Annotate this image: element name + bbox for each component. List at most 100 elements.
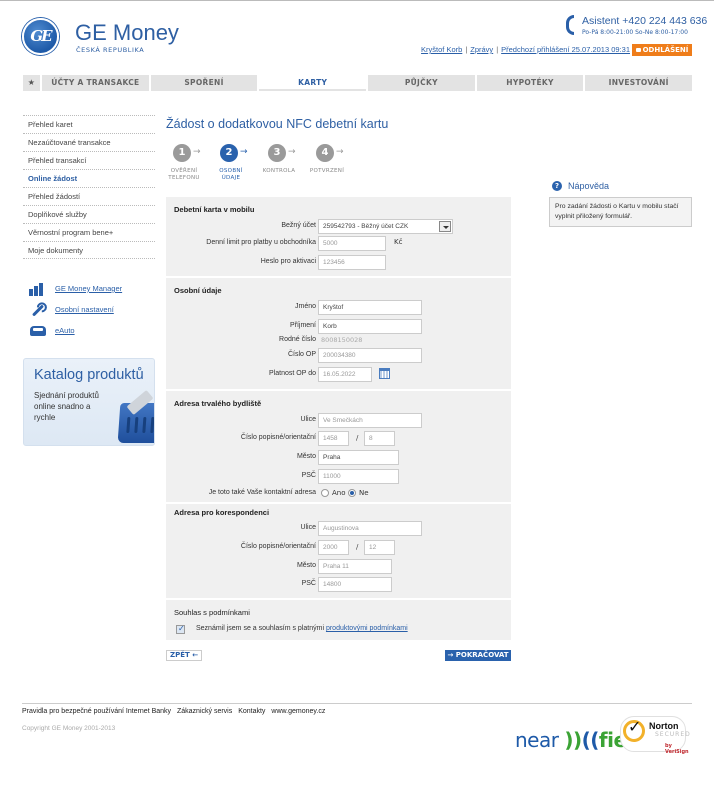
assistant-phone: Asistent +420 224 443 636 <box>582 15 708 27</box>
corr-orientation-number-input[interactable]: 12 <box>364 540 395 555</box>
sidebar-item-additional-services[interactable]: Doplňkové služby <box>23 205 155 223</box>
row-password: Heslo pro aktivaci 123456 <box>166 255 511 271</box>
nav-mortgages[interactable]: HYPOTÉKY <box>476 75 584 91</box>
help-text: Pro zadání žádosti o Kartu v mobilu stač… <box>549 197 692 227</box>
radio-no[interactable] <box>348 489 356 497</box>
step-label: OVĚŘENÍ TELEFONU <box>168 168 200 181</box>
footer-link-website[interactable]: www.gemoney.cz <box>271 708 325 715</box>
last-login-link[interactable]: Předchozí přihlášení 25.07.2013 09:31 <box>501 45 630 54</box>
main-nav: ★ ÚČTY A TRANSAKCE SPOŘENÍ KARTY PŮJČKY … <box>23 75 693 91</box>
slash: / <box>356 434 359 442</box>
product-terms-link[interactable]: produktovými podmínkami <box>326 625 408 632</box>
street-input[interactable]: Ve Smečkách <box>318 413 422 428</box>
slash: / <box>356 543 359 551</box>
ge-logo[interactable]: GE <box>22 18 59 55</box>
sidebar-menu: Přehled karet Nezaúčtované transakce Pře… <box>23 115 155 259</box>
row-zip: PSČ 14800 <box>166 577 511 593</box>
nav-home[interactable]: ★ <box>23 75 40 91</box>
sidebar-item-my-documents[interactable]: Moje dokumenty <box>23 241 155 259</box>
corr-zip-input[interactable]: 14800 <box>318 577 392 592</box>
radio-no-label: Ne <box>359 489 369 497</box>
row-first-name: Jméno Kryštof <box>166 300 511 316</box>
tool-money-manager[interactable]: GE Money Manager <box>28 278 122 299</box>
messages-link[interactable]: Zprávy <box>470 45 493 54</box>
wrench-icon <box>28 303 48 317</box>
row-limit: Denní limit pro platby u obchodníka 5000… <box>166 236 511 252</box>
nav-loans[interactable]: PŮJČKY <box>368 75 475 91</box>
top-border <box>0 0 714 1</box>
tool-eauto[interactable]: eAuto <box>28 320 122 341</box>
house-number-input[interactable]: 1458 <box>318 431 349 446</box>
arrow-right-icon: → <box>240 147 248 157</box>
footer-link-security-rules[interactable]: Pravidla pro bezpečné používání Internet… <box>22 708 171 715</box>
nav-cards[interactable]: KARTY <box>259 75 367 91</box>
eauto-link[interactable]: eAuto <box>55 326 75 335</box>
house-number-label: Číslo popisné/orientační <box>240 543 316 550</box>
nfc-near: near <box>515 728 559 752</box>
section-title: Osobní údaje <box>174 286 222 295</box>
tool-personal-settings[interactable]: Osobní nastavení <box>28 299 122 320</box>
radio-yes-label: Ano <box>332 489 346 497</box>
row-city: Město Praha <box>166 450 511 466</box>
nav-investing[interactable]: INVESTOVÁNÍ <box>585 75 693 91</box>
norton-secured-badge[interactable]: ✓ Norton SECURED by VeriSign <box>620 716 690 755</box>
sidebar-item-card-overview[interactable]: Přehled karet <box>23 115 155 133</box>
sidebar-item-transactions[interactable]: Přehled transakcí <box>23 151 155 169</box>
product-catalog-banner[interactable]: Katalog produktů Sjednání produktů onlin… <box>23 358 155 446</box>
consent-checkbox[interactable] <box>176 624 185 634</box>
logout-button[interactable]: ODHLÁŠENÍ <box>632 44 692 56</box>
corr-city-input[interactable]: Praha 11 <box>318 559 392 574</box>
consent-label: Seznámil jsem se a souhlasím s platnými <box>196 625 324 632</box>
zip-input[interactable]: 11000 <box>318 469 399 484</box>
id-number-input[interactable]: 200034380 <box>318 348 422 363</box>
row-street: Ulice Augustinova <box>166 521 511 537</box>
id-number-label: Číslo OP <box>287 351 316 358</box>
personal-settings-link[interactable]: Osobní nastavení <box>55 305 114 314</box>
radio-yes[interactable] <box>321 489 329 497</box>
section-title: Souhlas s podmínkami <box>174 608 250 617</box>
sidebar-item-loyalty-program[interactable]: Věrnostní program bene+ <box>23 223 155 241</box>
limit-input[interactable]: 5000 <box>318 236 386 251</box>
money-manager-link[interactable]: GE Money Manager <box>55 284 122 293</box>
sidebar-item-pending-transactions[interactable]: Nezaúčtované transakce <box>23 133 155 151</box>
orientation-number-input[interactable]: 8 <box>364 431 395 446</box>
arrow-right-icon: → <box>193 147 201 157</box>
sidebar-item-online-request[interactable]: Online žádost <box>23 169 155 187</box>
corr-house-number-input[interactable]: 2000 <box>318 540 349 555</box>
activation-password-input[interactable]: 123456 <box>318 255 386 270</box>
row-house-number: Číslo popisné/orientační 2000 / 12 <box>166 540 511 556</box>
row-id-validity: Platnost OP do 16.05.2022 <box>166 367 511 383</box>
catalog-title: Katalog produktů <box>34 367 144 383</box>
city-input[interactable]: Praha <box>318 450 399 465</box>
row-birth-number: Rodné číslo 8008150028 <box>166 333 511 349</box>
calendar-icon[interactable] <box>379 368 390 379</box>
bar-chart-icon <box>28 282 48 296</box>
last-name-input[interactable]: Korb <box>318 319 422 334</box>
corr-street-input[interactable]: Augustinova <box>318 521 422 536</box>
continue-button[interactable]: → POKRAČOVAT <box>445 650 511 661</box>
id-validity-input[interactable]: 16.05.2022 <box>318 367 372 382</box>
row-id-number: Číslo OP 200034380 <box>166 348 511 364</box>
chevron-down-icon <box>439 221 451 232</box>
norton-secured-label: SECURED <box>655 731 691 738</box>
user-name-link[interactable]: Kryštof Korb <box>421 45 462 54</box>
footer-link-contacts[interactable]: Kontakty <box>238 708 265 715</box>
nav-accounts[interactable]: ÚČTY A TRANSAKCE <box>42 75 149 91</box>
footer-link-customer-service[interactable]: Zákaznický servis <box>177 708 232 715</box>
nav-savings[interactable]: SPOŘENÍ <box>150 75 258 91</box>
checkmark-icon: ✓ <box>628 717 642 736</box>
street-label: Ulice <box>300 524 316 531</box>
brand-name: GE Money <box>75 20 179 45</box>
lock-icon <box>635 48 641 52</box>
sidebar-item-requests-overview[interactable]: Přehled žádostí <box>23 187 155 205</box>
account-select[interactable]: 259542793 - Běžný účet CZK <box>318 219 453 234</box>
separator: | <box>465 45 468 54</box>
first-name-input[interactable]: Kryštof <box>318 300 422 315</box>
step-label: KONTROLA <box>262 168 296 174</box>
back-button[interactable]: ZPĚT ← <box>166 650 203 661</box>
currency-unit: Kč <box>394 238 403 246</box>
home-icon: ★ <box>27 78 36 87</box>
city-label: Město <box>296 562 316 569</box>
norton-label: Norton <box>649 721 679 731</box>
row-contact-address: Je toto také Vaše kontaktní adresa Ano N… <box>166 486 511 502</box>
